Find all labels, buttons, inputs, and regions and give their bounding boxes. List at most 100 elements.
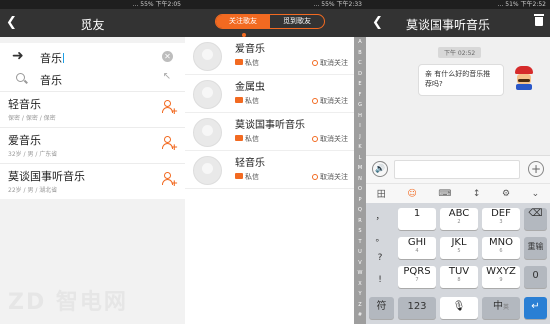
index-letter[interactable]: Z: [358, 300, 361, 311]
backspace-key[interactable]: ⌫: [524, 208, 547, 230]
index-letter[interactable]: V: [358, 258, 361, 269]
unfollow-button[interactable]: 取消关注: [312, 134, 348, 144]
index-letter[interactable]: #: [358, 310, 362, 321]
friends-panel: … 55% 下午2:33 关注歌友 觅到歌友 爱音乐 私信 取消关注 金属虫 私…: [185, 0, 366, 324]
enter-key[interactable]: ↵: [524, 297, 547, 319]
key-4[interactable]: GHI 4: [398, 237, 436, 259]
index-letter[interactable]: G: [358, 100, 362, 111]
index-letter[interactable]: J: [359, 132, 360, 143]
avatar[interactable]: [513, 66, 535, 90]
avatar[interactable]: [193, 42, 222, 71]
index-letter[interactable]: A: [358, 37, 361, 48]
unfollow-button[interactable]: 取消关注: [312, 172, 348, 182]
page-title: 觅友: [80, 18, 105, 32]
tab-seen[interactable]: 觅到歌友: [270, 15, 324, 28]
language-key[interactable]: 中英: [482, 297, 520, 319]
index-letter[interactable]: N: [358, 174, 362, 185]
result-item[interactable]: 爱音乐 32岁 / 男 / 广东省 +: [0, 127, 185, 163]
collapse-icon[interactable]: ⌄: [532, 189, 540, 199]
index-letter[interactable]: D: [358, 69, 362, 80]
punct-key[interactable]: !: [369, 275, 391, 285]
user-icon: [312, 98, 318, 104]
key-9[interactable]: WXYZ 9: [482, 266, 520, 288]
number-key[interactable]: 123: [398, 297, 436, 319]
punct-key[interactable]: ?: [369, 253, 391, 263]
key-8[interactable]: TUV 8: [440, 266, 478, 288]
punct-key[interactable]: ，: [369, 209, 391, 222]
space-key[interactable]: 🎙: [440, 297, 478, 319]
unfollow-button[interactable]: 取消关注: [312, 58, 348, 68]
back-icon[interactable]: ❮: [372, 15, 383, 31]
search-suggestion[interactable]: 音乐 ↖: [0, 67, 185, 91]
message-button[interactable]: 私信: [235, 134, 259, 144]
reinput-key[interactable]: 重输: [524, 237, 547, 259]
voice-icon[interactable]: 🔊: [372, 161, 388, 177]
index-letter[interactable]: W: [358, 268, 363, 279]
index-letter[interactable]: K: [358, 142, 361, 153]
key-0[interactable]: 0: [524, 266, 547, 288]
user-icon: [312, 136, 318, 142]
avatar[interactable]: [193, 80, 222, 109]
result-item[interactable]: 莫谈国事听音乐 22岁 / 男 / 湖北省 +: [0, 163, 185, 199]
key-5[interactable]: JKL 5: [440, 237, 478, 259]
avatar[interactable]: [193, 118, 222, 147]
key-3[interactable]: DEF 3: [482, 208, 520, 230]
alphabet-index[interactable]: A B C D E F G H I J K L M N O P Q R S T U V W X Y Z #: [354, 37, 366, 324]
index-letter[interactable]: T: [358, 237, 361, 248]
index-letter[interactable]: S: [358, 226, 361, 237]
index-letter[interactable]: U: [358, 247, 362, 258]
index-letter[interactable]: C: [358, 58, 362, 69]
tab-following[interactable]: 关注歌友: [216, 15, 270, 28]
settings-icon[interactable]: ⚙: [502, 189, 510, 199]
index-letter[interactable]: Q: [358, 205, 362, 216]
index-letter[interactable]: R: [358, 216, 361, 227]
index-letter[interactable]: I: [359, 121, 360, 132]
index-letter[interactable]: F: [359, 90, 362, 101]
list-item[interactable]: 莫谈国事听音乐 私信 取消关注: [185, 113, 354, 151]
trash-icon[interactable]: [534, 13, 544, 26]
message-button[interactable]: 私信: [235, 96, 259, 106]
index-letter[interactable]: M: [358, 163, 362, 174]
key-2[interactable]: ABC 2: [440, 208, 478, 230]
add-friend-icon[interactable]: +: [162, 100, 178, 117]
key-1[interactable]: 1: [398, 208, 436, 230]
arrow-up-left-icon[interactable]: ↖: [163, 71, 171, 82]
mail-icon: [235, 173, 243, 179]
result-info: 32岁 / 男 / 广东省: [8, 151, 58, 158]
index-letter[interactable]: L: [359, 153, 362, 164]
emoji-icon[interactable]: ☺: [407, 189, 416, 199]
index-letter[interactable]: Y: [358, 289, 361, 300]
key-7[interactable]: PQRS 7: [398, 266, 436, 288]
search-input[interactable]: 音乐: [40, 50, 64, 66]
clear-icon[interactable]: ✕: [162, 51, 173, 62]
key-6[interactable]: MNO 6: [482, 237, 520, 259]
punct-key[interactable]: 。: [369, 231, 391, 244]
index-letter[interactable]: X: [358, 279, 361, 290]
grid-icon[interactable]: 田: [377, 187, 386, 200]
symbol-key[interactable]: 符: [369, 297, 394, 319]
list-item[interactable]: 金属虫 私信 取消关注: [185, 75, 354, 113]
list-item[interactable]: 爱音乐 私信 取消关注: [185, 37, 354, 75]
header: ❮ 莫谈国事听音乐: [366, 9, 550, 37]
index-letter[interactable]: P: [358, 195, 361, 206]
plus-icon[interactable]: +: [528, 161, 544, 177]
cursor-icon[interactable]: ↕: [473, 189, 481, 199]
add-friend-icon[interactable]: +: [162, 136, 178, 153]
message-button[interactable]: 私信: [235, 58, 259, 68]
index-letter[interactable]: B: [358, 48, 361, 59]
avatar[interactable]: [193, 156, 222, 185]
mail-icon: [235, 135, 243, 141]
unfollow-button[interactable]: 取消关注: [312, 96, 348, 106]
message-button[interactable]: 私信: [235, 172, 259, 182]
keyboard: ， 。 ? ! 1 ABC 2 DEF 3 ⌫ GHI 4 JKL 5 MNO 6 重输 …: [366, 203, 550, 324]
header: ❮ 觅友: [0, 9, 185, 37]
result-item[interactable]: 轻音乐 保密 / 保密 / 保密 +: [0, 91, 185, 127]
index-letter[interactable]: E: [358, 79, 361, 90]
index-letter[interactable]: H: [358, 111, 362, 122]
list-item[interactable]: 轻音乐 私信 取消关注: [185, 151, 354, 189]
message-input[interactable]: [394, 160, 520, 179]
add-friend-icon[interactable]: +: [162, 172, 178, 189]
keyboard-icon[interactable]: ⌨: [438, 189, 451, 199]
arrow-right-icon[interactable]: ➜: [12, 48, 24, 64]
index-letter[interactable]: O: [358, 184, 362, 195]
